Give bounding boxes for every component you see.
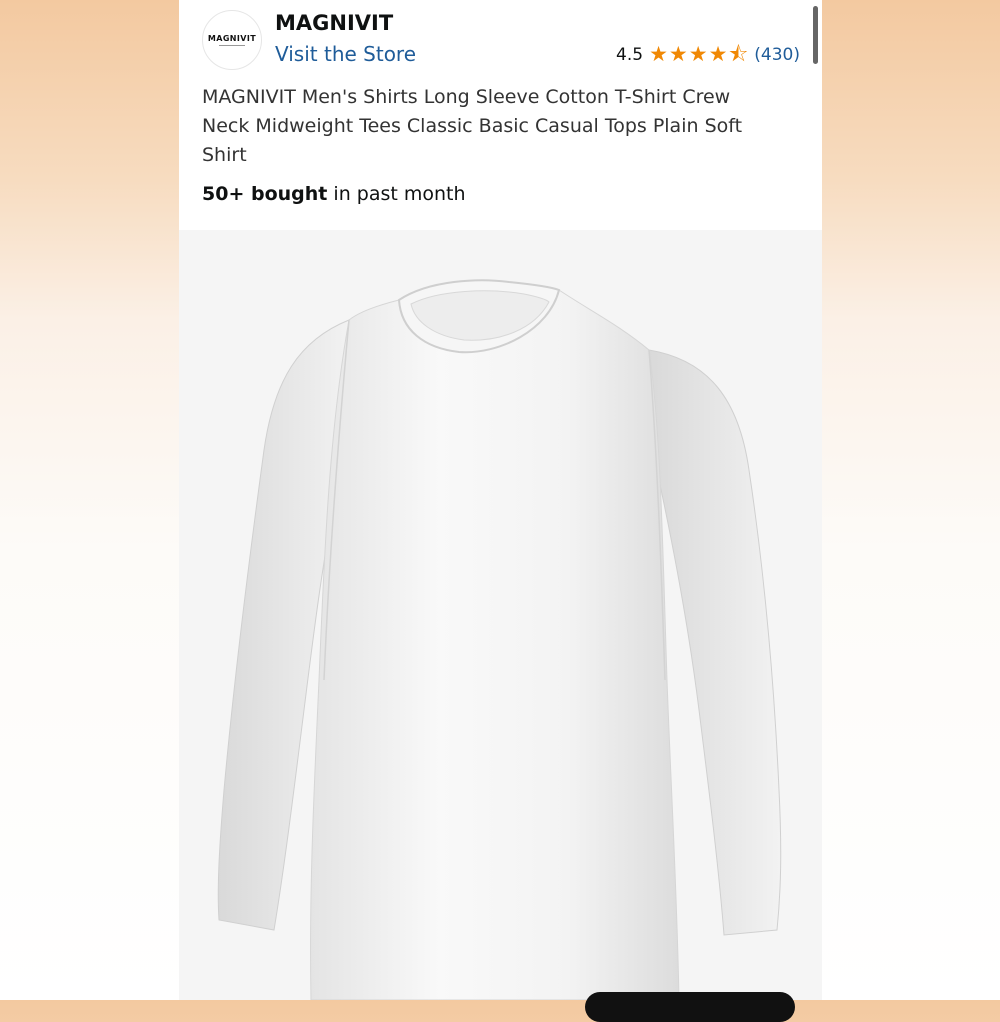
brand-logo-underline <box>219 45 245 46</box>
purchase-count-bold: 50+ bought <box>202 183 328 205</box>
product-image[interactable] <box>179 230 822 1000</box>
rating-count-link[interactable]: (430) <box>754 45 800 65</box>
star-full-icon: ★ <box>688 42 708 66</box>
purchase-count: 50+ bought in past month <box>202 183 466 205</box>
rating-value: 4.5 <box>616 44 644 65</box>
star-full-icon: ★ <box>668 42 688 66</box>
purchase-count-rest: in past month <box>327 183 466 205</box>
floating-action-pill[interactable] <box>585 992 795 1022</box>
star-full-icon: ★ <box>708 42 728 66</box>
rating-stars: ★ ★ ★ ★ ⯪ <box>649 44 748 65</box>
star-half-icon: ⯪ <box>728 42 749 66</box>
scrollbar[interactable] <box>813 6 818 64</box>
brand-logo-text: MAGNIVIT <box>207 34 257 43</box>
brand-logo[interactable]: MAGNIVIT <box>202 10 262 70</box>
brand-name[interactable]: MAGNIVIT <box>275 11 393 35</box>
visit-store-link[interactable]: Visit the Store <box>275 42 416 66</box>
shirt-image <box>217 279 782 1000</box>
star-full-icon: ★ <box>649 42 668 66</box>
product-title: MAGNIVIT Men's Shirts Long Sleeve Cotton… <box>202 86 743 166</box>
product-card: MAGNIVIT MAGNIVIT Visit the Store 4.5 ★ … <box>179 0 822 1000</box>
rating-summary[interactable]: 4.5 ★ ★ ★ ★ ⯪ (430) <box>616 44 800 65</box>
